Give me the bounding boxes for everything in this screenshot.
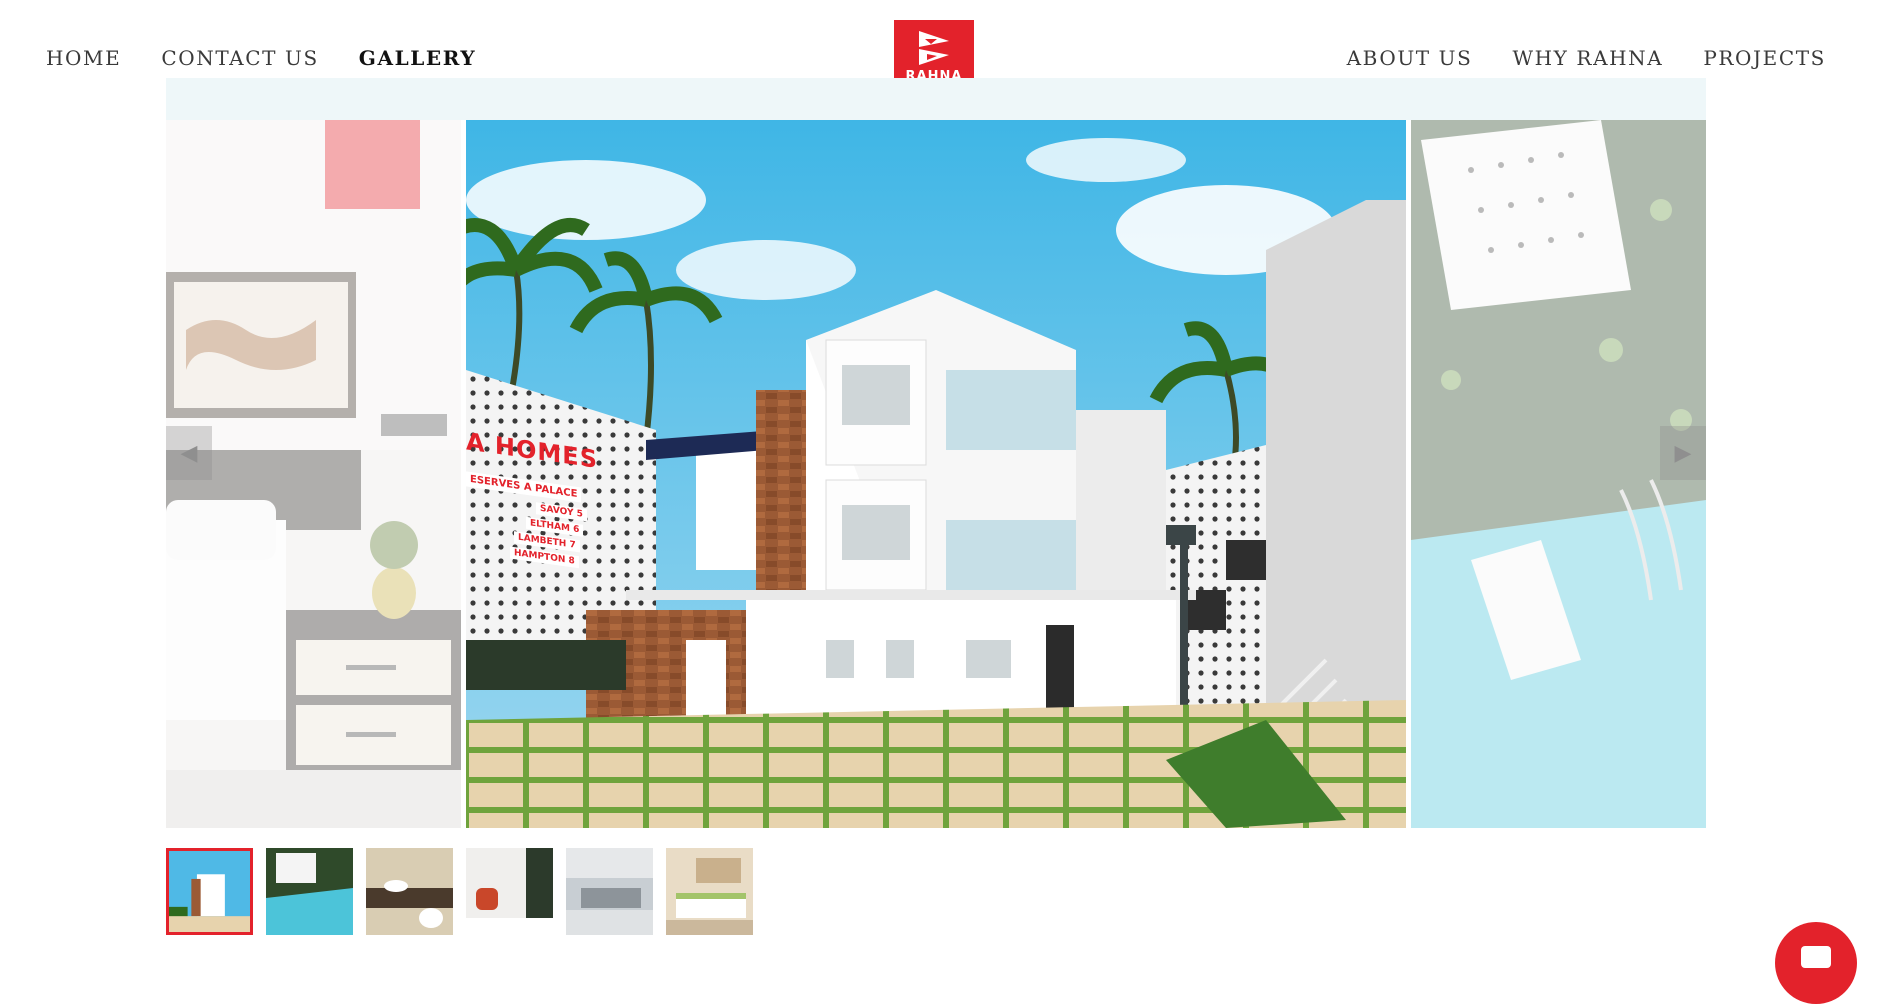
nav-gallery-link[interactable]: GALLERY xyxy=(359,46,476,70)
nav-why-rahna-link[interactable]: WHY RAHNA xyxy=(1512,46,1663,70)
thumbnail-strip xyxy=(166,848,753,935)
nav-about-us-link[interactable]: ABOUT US xyxy=(1347,46,1473,70)
signage-line: ESERVES A PALACE xyxy=(466,471,582,503)
thumbnail-pool-garden[interactable] xyxy=(266,848,353,935)
thumbnail-bathroom[interactable] xyxy=(366,848,453,935)
thumbnail-bedroom[interactable] xyxy=(666,848,753,935)
chevron-left-icon: ◀ xyxy=(180,440,198,466)
carousel-next-button[interactable]: ▶ xyxy=(1660,426,1706,480)
nav-contact-us-link[interactable]: CONTACT US xyxy=(161,46,318,70)
gallery-carousel: A HOMES ESERVES A PALACE SAVOY 5 ELTHAM … xyxy=(166,78,1706,829)
thumbnail-living-room[interactable] xyxy=(566,848,653,935)
nav-projects-link[interactable]: PROJECTS xyxy=(1703,46,1826,70)
rahna-logo-mark-icon xyxy=(919,31,949,65)
thumbnail-lounge[interactable] xyxy=(466,848,553,935)
chevron-right-icon: ▶ xyxy=(1674,440,1692,466)
carousel-top-band xyxy=(166,78,1706,120)
slide-villa-exterior[interactable]: A HOMES ESERVES A PALACE SAVOY 5 ELTHAM … xyxy=(466,120,1406,828)
chat-button[interactable] xyxy=(1775,922,1857,1004)
main-nav-right: ABOUT US WHY RAHNA PROJECTS xyxy=(1347,46,1826,70)
carousel-prev-button[interactable]: ◀ xyxy=(166,426,212,480)
nav-home-link[interactable]: HOME xyxy=(46,46,121,70)
main-nav-left: HOME CONTACT US GALLERY xyxy=(46,46,476,70)
chat-bubble-icon xyxy=(1801,946,1831,968)
thumbnail-villa-exterior[interactable] xyxy=(166,848,253,935)
villa-signage: A HOMES ESERVES A PALACE SAVOY 5 ELTHAM … xyxy=(466,427,646,577)
